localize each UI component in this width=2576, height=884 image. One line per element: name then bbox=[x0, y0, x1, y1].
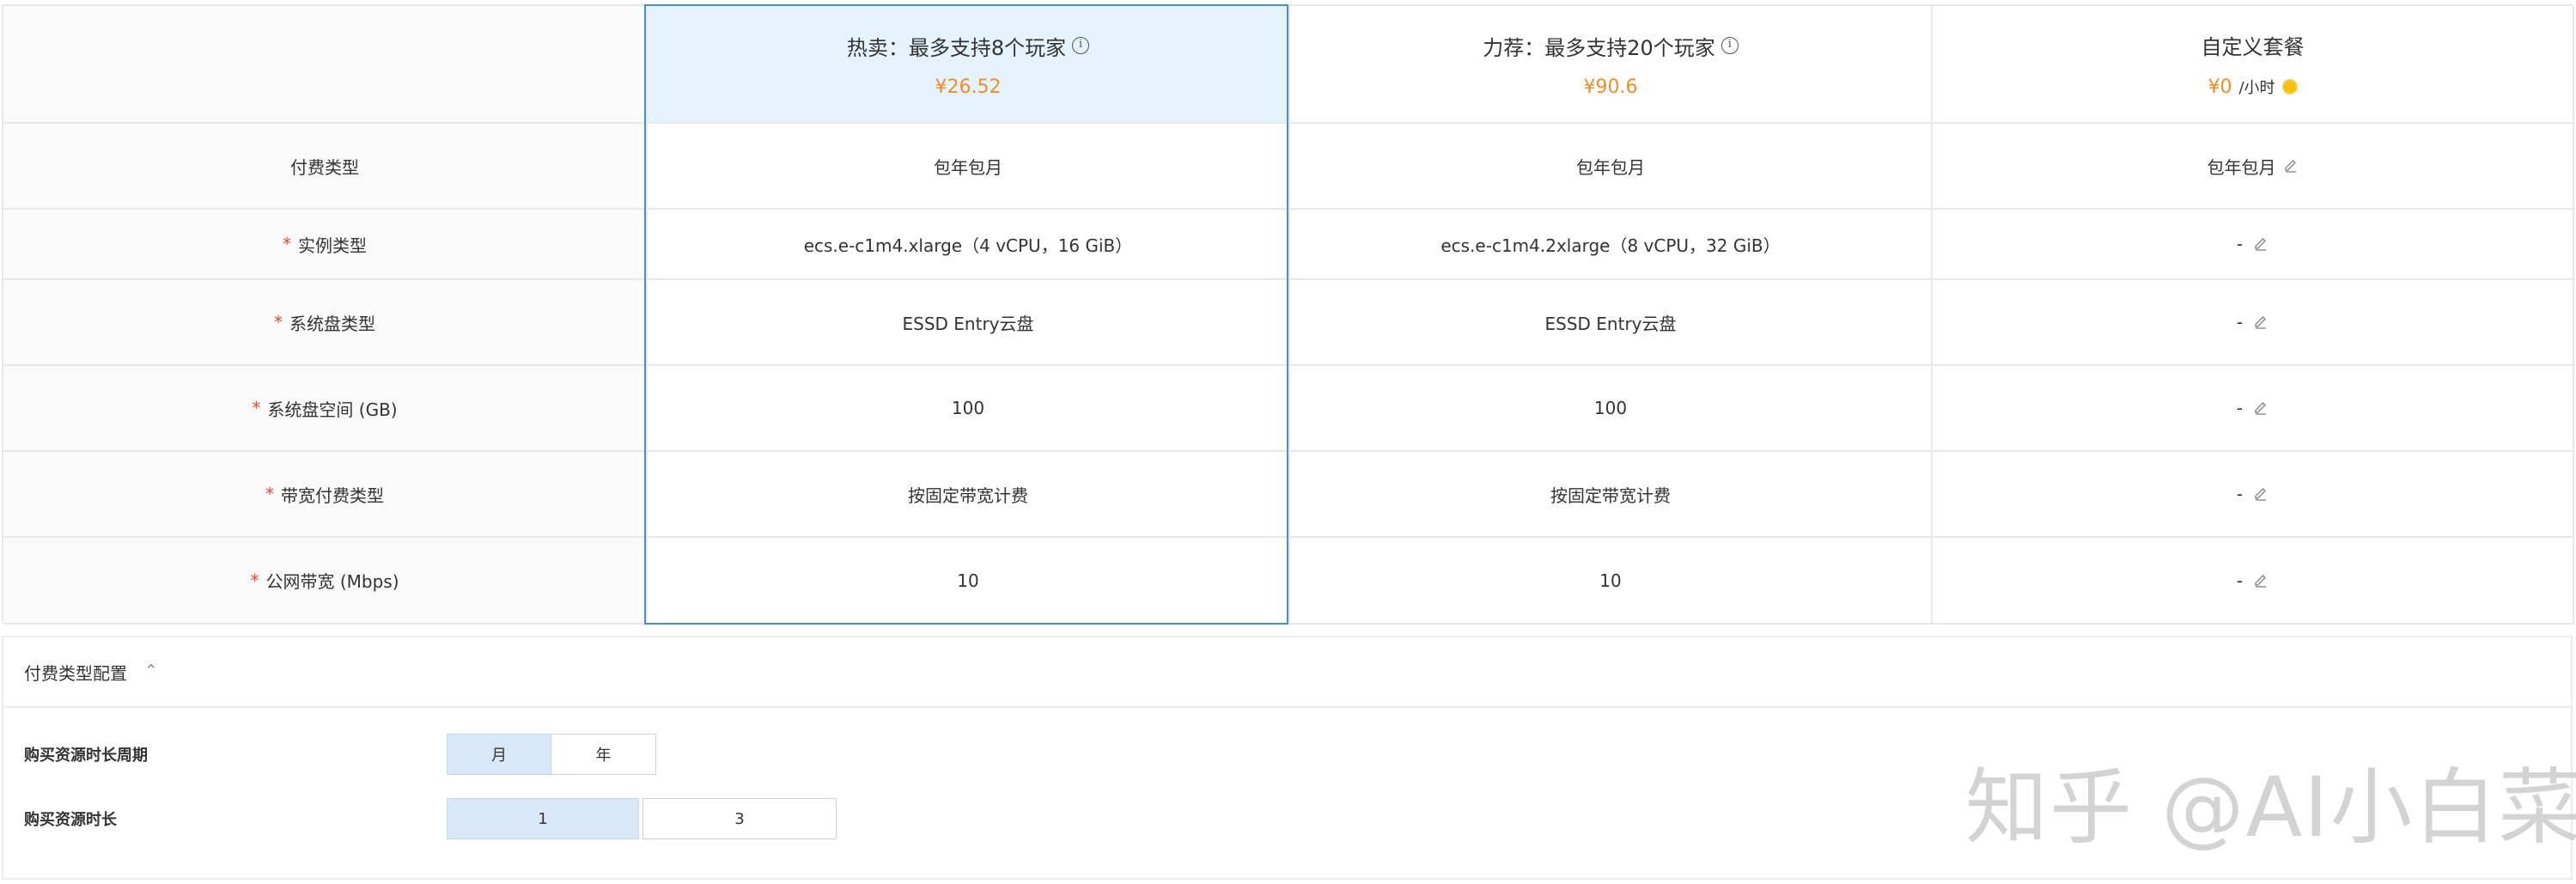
plan-card-recommended[interactable]: 力荐：最多支持20个玩家 i ¥90.6 bbox=[1290, 6, 1933, 124]
plan-title: 热卖：最多支持8个玩家 i bbox=[846, 31, 1090, 61]
table-cell: ESSD Entry云盘 bbox=[648, 280, 1290, 366]
row-label-text: 系统盘类型 bbox=[289, 313, 375, 334]
cell-value: 包年包月 bbox=[2207, 156, 2276, 178]
table-cell-editable[interactable]: - bbox=[1933, 538, 2574, 625]
info-icon[interactable]: i bbox=[1720, 37, 1739, 54]
plan-title-text: 力荐：最多支持20个玩家 bbox=[1483, 35, 1715, 60]
row-label-text: 付费类型 bbox=[290, 156, 359, 178]
period-label: 购买资源时长周期 bbox=[24, 747, 148, 765]
chevron-up-icon[interactable]: ^ bbox=[146, 663, 156, 677]
table-corner-cell bbox=[3, 6, 648, 124]
edit-icon[interactable] bbox=[2253, 573, 2268, 588]
coin-icon bbox=[2281, 79, 2298, 94]
plan-title: 力荐：最多支持20个玩家 i bbox=[1483, 31, 1739, 61]
duration-row: 购买资源时长 1 3 bbox=[24, 798, 837, 839]
watermark: 知乎 @AI小白菜 bbox=[1965, 759, 2576, 856]
plan-comparison-table: 热卖：最多支持8个玩家 i ¥26.52 力荐：最多支持20个玩家 i ¥90.… bbox=[2, 4, 2574, 625]
table-cell-editable[interactable]: - bbox=[1933, 366, 2574, 452]
edit-icon[interactable] bbox=[2253, 400, 2268, 416]
plan-price: ¥26.52 bbox=[935, 76, 1002, 98]
table-cell: 100 bbox=[648, 366, 1290, 452]
duration-selector: 1 3 bbox=[447, 798, 837, 839]
cell-value: - bbox=[2236, 484, 2244, 504]
period-option-year[interactable]: 年 bbox=[551, 734, 656, 775]
cell-value: - bbox=[2236, 234, 2244, 254]
row-label-text: 实例类型 bbox=[298, 235, 367, 256]
row-label-disk-size: * 系统盘空间 (GB) bbox=[3, 366, 648, 452]
required-mark: * bbox=[283, 234, 291, 254]
period-row: 购买资源时长周期 月 年 bbox=[24, 734, 656, 775]
required-mark: * bbox=[250, 570, 259, 591]
table-cell-editable[interactable]: 包年包月 bbox=[1933, 124, 2574, 210]
table-cell: ecs.e-c1m4.xlarge（4 vCPU，16 GiB） bbox=[648, 210, 1290, 280]
info-icon[interactable]: i bbox=[1072, 37, 1090, 54]
required-mark: * bbox=[265, 484, 274, 504]
row-label-instance-type: * 实例类型 bbox=[3, 210, 648, 280]
edit-icon[interactable] bbox=[2253, 314, 2268, 330]
plan-card-hot[interactable]: 热卖：最多支持8个玩家 i ¥26.52 bbox=[648, 6, 1290, 124]
table-cell: ESSD Entry云盘 bbox=[1290, 280, 1933, 366]
table-cell: 100 bbox=[1290, 366, 1933, 452]
plan-title-text: 自定义套餐 bbox=[2201, 35, 2305, 59]
plan-price: ¥90.6 bbox=[1583, 76, 1638, 98]
edit-icon[interactable] bbox=[2253, 236, 2268, 252]
required-mark: * bbox=[252, 398, 261, 418]
duration-option-3[interactable]: 3 bbox=[642, 798, 837, 839]
row-label-text: 公网带宽 (Mbps) bbox=[265, 571, 399, 592]
table-cell-editable[interactable]: - bbox=[1933, 452, 2574, 538]
table-cell: 包年包月 bbox=[1290, 124, 1933, 210]
table-cell: ecs.e-c1m4.2xlarge（8 vCPU，32 GiB） bbox=[1290, 210, 1933, 280]
row-label-bandwidth-billing: * 带宽付费类型 bbox=[3, 452, 648, 538]
table-cell-editable[interactable]: - bbox=[1933, 280, 2574, 366]
plan-price: ¥0 /小时 bbox=[2208, 76, 2298, 98]
row-label-text: 系统盘空间 (GB) bbox=[267, 399, 398, 420]
cell-value: - bbox=[2236, 312, 2244, 332]
cell-value: - bbox=[2236, 570, 2244, 591]
plan-price-value: ¥0 bbox=[2208, 76, 2232, 98]
cell-value: - bbox=[2236, 398, 2244, 418]
period-selector: 月 年 bbox=[447, 734, 656, 775]
payment-config-title: 付费类型配置 bbox=[24, 662, 127, 684]
row-label-billing-type: 付费类型 bbox=[3, 124, 648, 210]
row-label-text: 带宽付费类型 bbox=[281, 485, 384, 506]
payment-config-header[interactable]: 付费类型配置 ^ bbox=[3, 637, 2571, 708]
duration-option-1[interactable]: 1 bbox=[447, 798, 639, 839]
duration-label: 购买资源时长 bbox=[24, 811, 117, 829]
table-cell-editable[interactable]: - bbox=[1933, 210, 2574, 280]
period-option-month[interactable]: 月 bbox=[447, 734, 551, 775]
row-label-public-bandwidth: * 公网带宽 (Mbps) bbox=[3, 538, 648, 625]
edit-icon[interactable] bbox=[2283, 158, 2299, 174]
table-cell: 按固定带宽计费 bbox=[648, 452, 1290, 538]
plan-card-custom[interactable]: 自定义套餐 ¥0 /小时 bbox=[1933, 6, 2574, 124]
table-cell: 10 bbox=[648, 538, 1290, 625]
price-unit: /小时 bbox=[2238, 79, 2275, 97]
required-mark: * bbox=[274, 312, 283, 332]
plan-title-text: 热卖：最多支持8个玩家 bbox=[846, 35, 1067, 60]
row-label-disk-type: * 系统盘类型 bbox=[3, 280, 648, 366]
table-cell: 10 bbox=[1290, 538, 1933, 625]
plan-title: 自定义套餐 bbox=[2201, 30, 2305, 60]
edit-icon[interactable] bbox=[2253, 486, 2268, 502]
table-cell: 包年包月 bbox=[648, 124, 1290, 210]
table-cell: 按固定带宽计费 bbox=[1290, 452, 1933, 538]
